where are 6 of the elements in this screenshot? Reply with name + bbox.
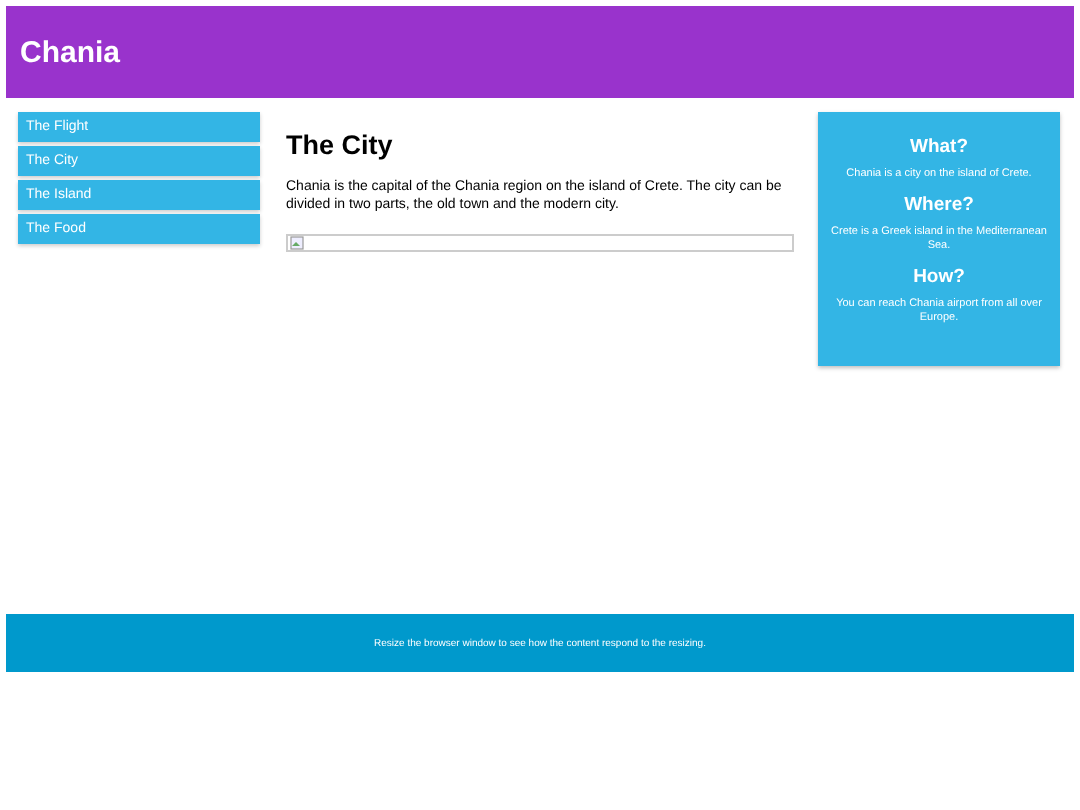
info-heading: Where? <box>902 194 976 216</box>
site-title: Chania <box>20 35 121 69</box>
info-heading: What? <box>907 136 971 158</box>
page-heading: The City <box>286 130 395 160</box>
info-heading: How? <box>911 266 967 288</box>
broken-image-icon <box>290 236 304 250</box>
